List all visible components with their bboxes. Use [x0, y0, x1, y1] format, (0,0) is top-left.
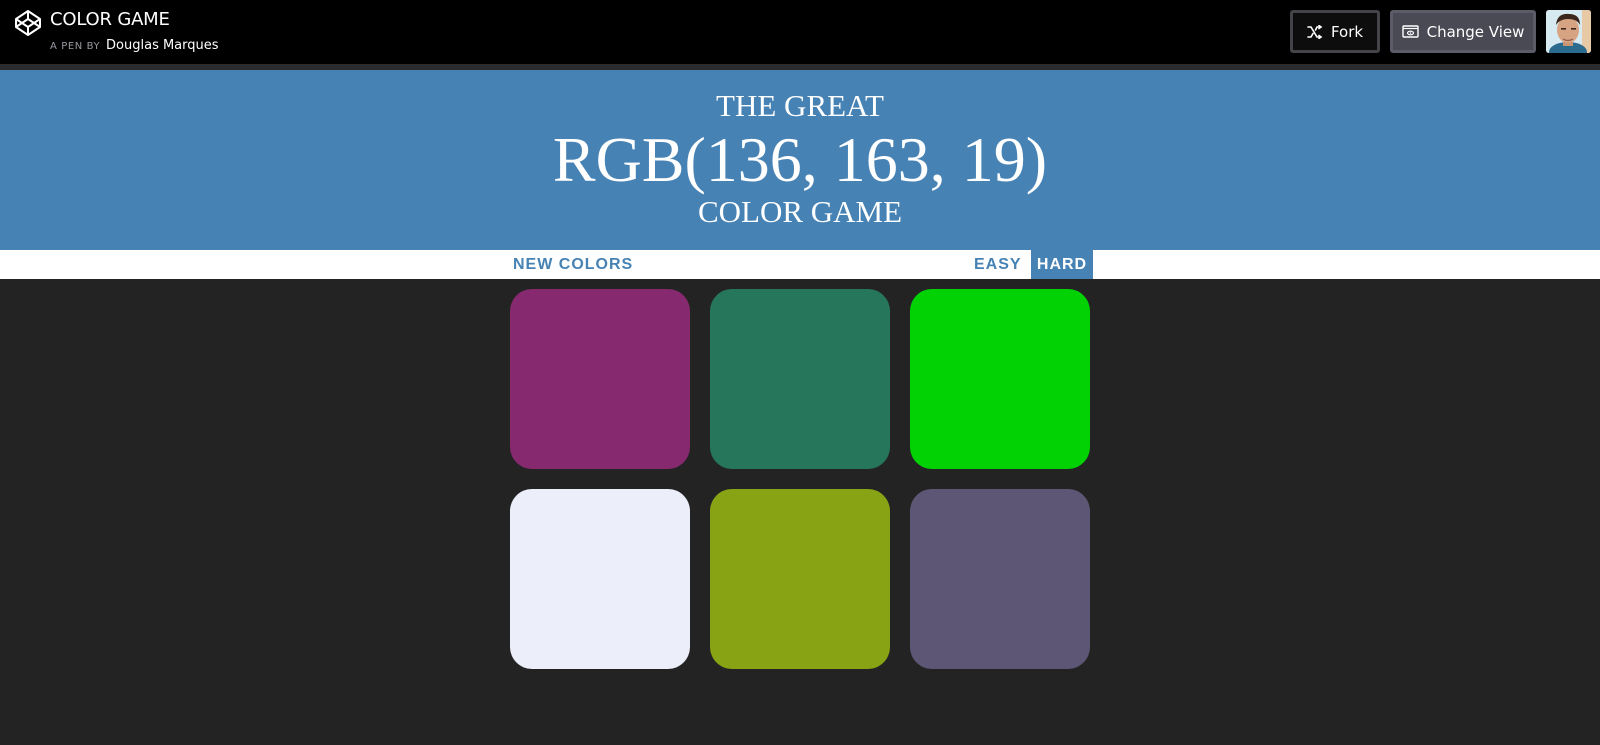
change-view-icon — [1401, 25, 1419, 38]
codepen-topbar: COLOR GAME A PEN BY Douglas Marques Fork… — [0, 0, 1600, 64]
color-square[interactable] — [910, 489, 1090, 669]
color-square[interactable] — [510, 289, 690, 469]
hard-mode-button[interactable]: HARD — [1031, 250, 1093, 279]
pen-by-label: A PEN BY — [50, 41, 101, 52]
pen-author-link[interactable]: Douglas Marques — [106, 38, 219, 53]
pen-title: COLOR GAME — [50, 9, 170, 30]
target-color-display: RGB(136, 163, 19) — [552, 124, 1048, 195]
game-header: THE GREAT RGB(136, 163, 19) COLOR GAME — [0, 70, 1600, 250]
color-square[interactable] — [910, 289, 1090, 469]
change-view-button[interactable]: Change View — [1390, 10, 1536, 53]
pen-byline: A PEN BY Douglas Marques — [50, 38, 219, 53]
controls-strip: NEW COLORS EASY HARD — [0, 250, 1600, 279]
fork-label: Fork — [1330, 22, 1364, 41]
avatar-image — [1546, 10, 1591, 53]
header-title-bottom: COLOR GAME — [697, 194, 903, 229]
change-view-label: Change View — [1426, 22, 1525, 41]
color-square[interactable] — [510, 489, 690, 669]
fork-button[interactable]: Fork — [1290, 10, 1380, 53]
user-avatar[interactable] — [1546, 10, 1591, 53]
color-square[interactable] — [710, 489, 890, 669]
easy-mode-button[interactable]: EASY — [974, 250, 1022, 279]
codepen-logo-icon[interactable] — [14, 9, 42, 37]
header-title-top: THE GREAT — [716, 88, 884, 123]
new-colors-button[interactable]: NEW COLORS — [513, 250, 633, 279]
fork-icon — [1307, 24, 1323, 39]
color-square[interactable] — [710, 289, 890, 469]
